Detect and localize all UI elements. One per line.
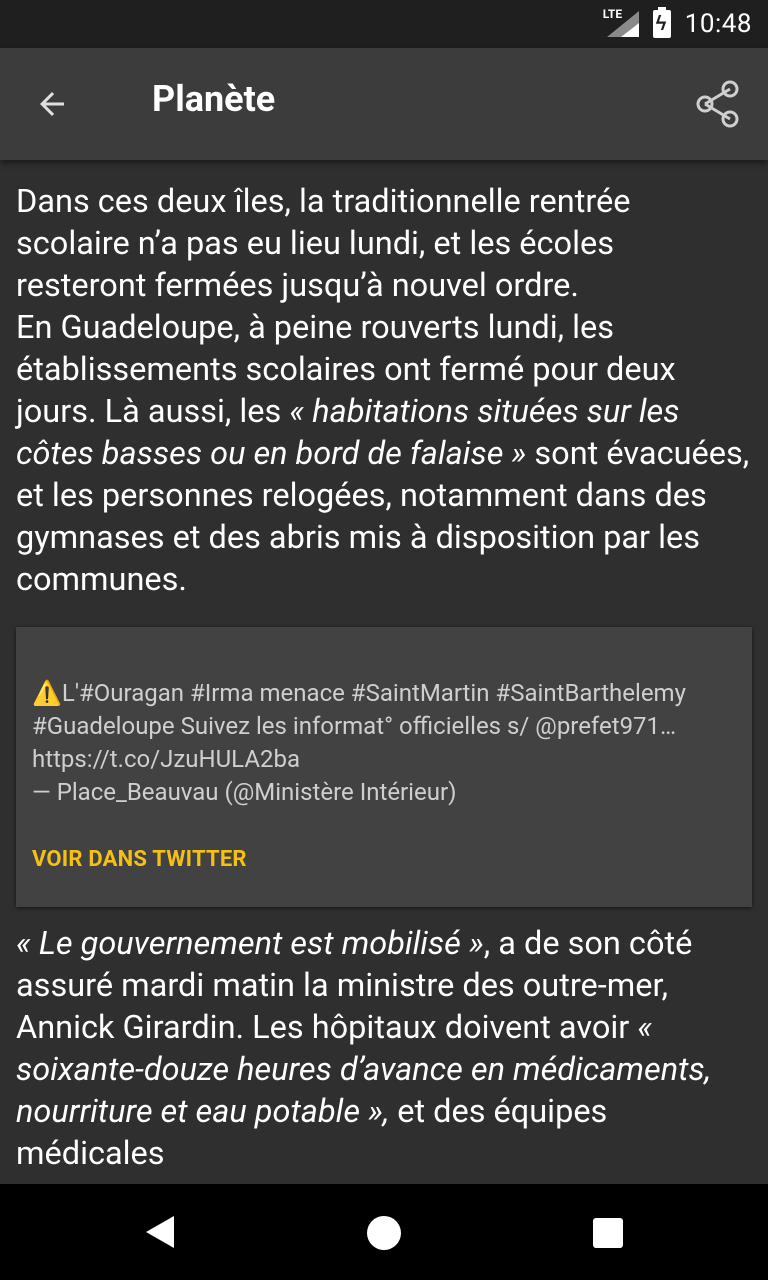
back-button[interactable]: [22, 74, 82, 134]
article-paragraph: « Le gouvernement est mobilisé », a de s…: [16, 922, 752, 1174]
page-title: Planète: [152, 78, 276, 120]
article-body-continued: « Le gouvernement est mobilisé », a de s…: [16, 922, 752, 1184]
status-bar: LTE ϟ 10:48: [0, 0, 768, 48]
warning-icon: ⚠️: [32, 679, 62, 707]
app-bar: Planète: [0, 48, 768, 160]
paragraph-quote: « Le gouvernement est mobilisé »: [16, 924, 484, 962]
embedded-tweet: ⚠️L'#Ouragan #Irma menace #SaintMartin #…: [16, 627, 752, 907]
circle-home-icon[interactable]: [367, 1216, 401, 1250]
battery-icon: ϟ: [652, 7, 671, 38]
clock: 10:48: [684, 9, 752, 39]
share-button[interactable]: [688, 74, 748, 134]
article-body: Dans ces deux îles, la traditionnelle re…: [16, 180, 752, 600]
tweet-text: ⚠️L'#Ouragan #Irma menace #SaintMartin #…: [32, 677, 736, 776]
arrow-left-icon: [40, 92, 64, 116]
square-recents-icon[interactable]: [593, 1218, 623, 1248]
share-icon: [696, 80, 739, 128]
article-paragraph: Dans ces deux îles, la traditionnelle re…: [16, 180, 752, 600]
triangle-back-icon[interactable]: [142, 1212, 178, 1252]
navigation-bar: [0, 1184, 768, 1280]
tweet-body: L'#Ouragan #Irma menace #SaintMartin #Sa…: [32, 679, 686, 773]
tweet-attribution: — Place_Beauvau (@Ministère Intérieur): [32, 778, 457, 806]
paragraph-text: Dans ces deux îles, la traditionnelle re…: [16, 182, 631, 304]
signal-icon: LTE: [603, 7, 639, 39]
view-in-twitter-link[interactable]: VOIR DANS TWITTER: [32, 847, 247, 872]
